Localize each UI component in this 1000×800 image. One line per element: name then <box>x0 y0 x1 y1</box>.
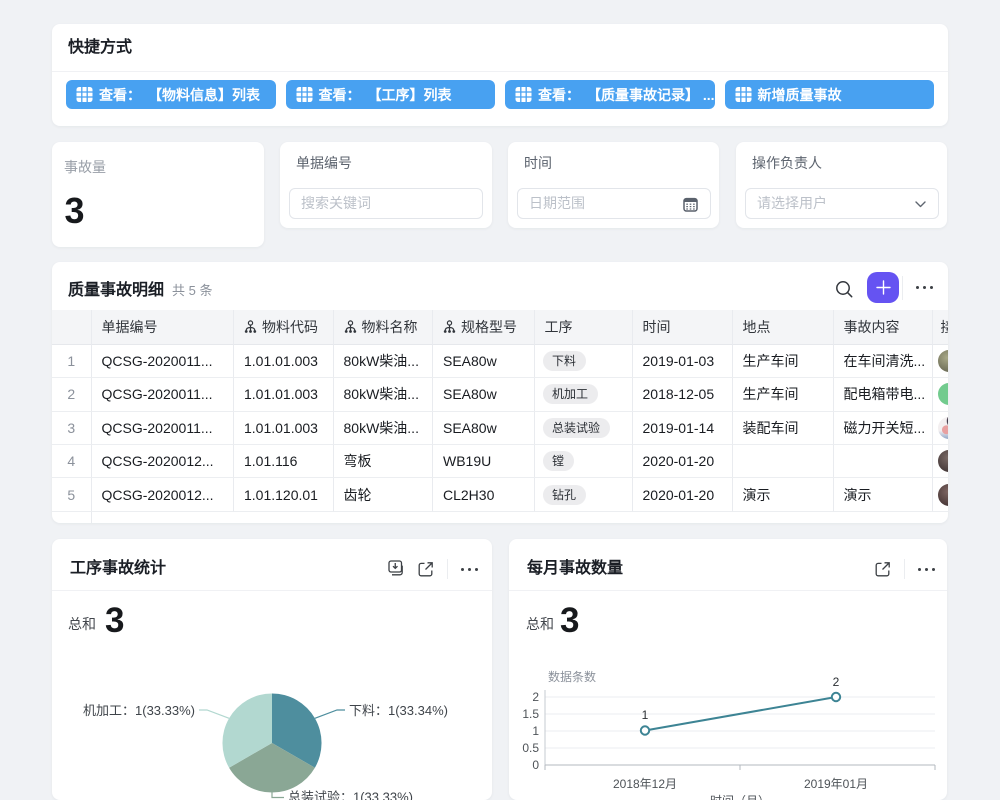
svg-text:0.5: 0.5 <box>522 741 539 755</box>
svg-text:总装试验：1(33.33%): 总装试验：1(33.33%) <box>288 790 413 800</box>
svg-text:0: 0 <box>532 758 539 772</box>
svg-text:2019年01月: 2019年01月 <box>804 777 868 791</box>
svg-text:下料：1(33.34%): 下料：1(33.34%) <box>349 703 448 718</box>
svg-text:1: 1 <box>642 708 649 722</box>
svg-text:2: 2 <box>833 675 840 689</box>
svg-text:数据条数: 数据条数 <box>548 669 596 684</box>
svg-text:2: 2 <box>532 690 539 704</box>
svg-text:机加工：1(33.33%): 机加工：1(33.33%) <box>83 703 195 718</box>
svg-text:1: 1 <box>532 724 539 738</box>
svg-text:2018年12月: 2018年12月 <box>613 777 677 791</box>
svg-text:1.5: 1.5 <box>522 707 539 721</box>
svg-text:时间（月）: 时间（月） <box>710 794 770 800</box>
